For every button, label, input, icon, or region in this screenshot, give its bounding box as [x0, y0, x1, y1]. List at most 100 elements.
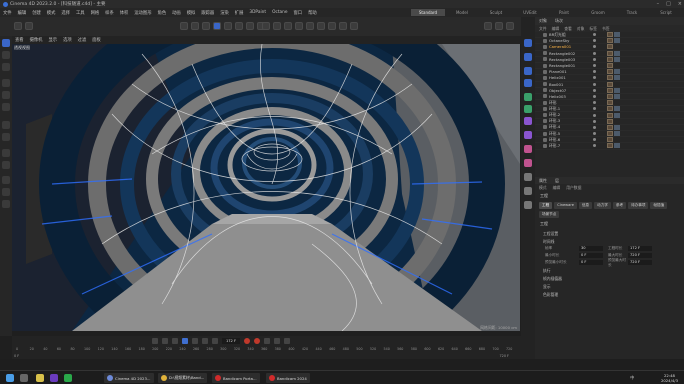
render-tag-icon[interactable] — [614, 69, 620, 75]
layout-tab[interactable]: Groom — [581, 9, 615, 16]
render-picture-icon[interactable] — [506, 22, 514, 30]
start-icon[interactable] — [6, 374, 14, 382]
texture-icon[interactable] — [2, 149, 10, 157]
material-tag-icon[interactable] — [607, 56, 613, 62]
twist-deformer-icon[interactable] — [524, 131, 532, 139]
material-tag-icon[interactable] — [607, 106, 613, 112]
cloner-icon[interactable] — [524, 93, 532, 101]
key-icon[interactable] — [264, 338, 270, 344]
viewport-menu-item[interactable]: 过滤 — [78, 37, 87, 43]
object-menu-item[interactable]: 对象 — [577, 26, 585, 32]
material-tag-icon[interactable] — [607, 69, 613, 75]
object-menu-item[interactable]: 标签 — [589, 26, 597, 32]
taskbar-app-button[interactable]: Bandicam 2024 — [266, 373, 310, 383]
taskbar-app-button[interactable]: Cinema 4D 2023... — [104, 373, 154, 383]
material-tag-icon[interactable] — [607, 63, 613, 69]
visibility-dot-icon[interactable] — [593, 51, 596, 55]
object-tab[interactable]: 对象 — [539, 18, 547, 24]
minimize-icon[interactable]: – — [657, 1, 660, 7]
layout-tab[interactable]: Paint — [547, 9, 581, 16]
attribute-pill[interactable]: 工程 — [539, 202, 553, 209]
measure-icon[interactable] — [2, 200, 10, 208]
render-tag-icon[interactable] — [614, 32, 620, 38]
redo-icon[interactable] — [25, 22, 33, 30]
visibility-dot-icon[interactable] — [593, 113, 596, 117]
autokey-icon[interactable] — [254, 338, 260, 344]
param-value-field-2[interactable]: 720 F — [628, 260, 652, 265]
material-tag-icon[interactable] — [607, 131, 613, 137]
viewport-menu-item[interactable]: 选项 — [63, 37, 72, 43]
transform-icon[interactable] — [2, 103, 10, 111]
snap-icon[interactable] — [235, 22, 243, 30]
param-value-field-2[interactable]: 720 F — [628, 253, 652, 258]
param-value-field[interactable]: 0 F — [579, 260, 603, 265]
object-tab[interactable]: 场次 — [555, 18, 563, 24]
timeline-end[interactable]: 720 F — [500, 354, 510, 358]
floor-icon[interactable] — [328, 22, 336, 30]
param-value-field[interactable]: 30 — [579, 246, 603, 251]
search-icon[interactable] — [20, 374, 28, 382]
rotation-key-icon[interactable] — [284, 338, 290, 344]
taskbar-app-button[interactable]: D:\视频素材\Band... — [158, 373, 208, 383]
menu-item[interactable]: 文件 — [0, 10, 15, 16]
attribute-pill[interactable]: Cineware — [554, 202, 577, 209]
object-row[interactable]: 环形.7 — [535, 143, 684, 150]
menu-item[interactable]: 模拟 — [184, 10, 199, 16]
menu-item[interactable]: 扩展 — [232, 10, 247, 16]
rotate-tool-icon[interactable] — [2, 63, 10, 71]
render-tag-icon[interactable] — [614, 131, 620, 137]
object-menu-item[interactable]: 编辑 — [552, 26, 560, 32]
tag-icon[interactable] — [524, 159, 532, 167]
layout-tab[interactable]: UVEdit — [513, 9, 547, 16]
render-tag-icon[interactable] — [614, 75, 620, 81]
layout-tab[interactable]: Model — [445, 9, 479, 16]
maximize-icon[interactable]: □ — [666, 1, 671, 7]
visibility-dot-icon[interactable] — [593, 125, 596, 129]
layout-tab[interactable]: Sculpt — [479, 9, 513, 16]
after-effects-icon[interactable] — [50, 374, 58, 382]
render-tag-icon[interactable] — [614, 143, 620, 149]
material-tag-icon[interactable] — [607, 75, 613, 81]
points-mode-icon[interactable] — [191, 22, 199, 30]
material-tag-icon[interactable] — [607, 112, 613, 118]
effector-icon[interactable] — [524, 105, 532, 113]
render-tag-icon[interactable] — [614, 56, 620, 62]
material-tag-icon[interactable] — [607, 87, 613, 93]
polygons-mode-icon[interactable] — [213, 22, 221, 30]
attribute-subsection[interactable]: 工程设置 — [535, 229, 684, 237]
menu-item[interactable]: 帮助 — [305, 10, 320, 16]
viewport-menu-item[interactable]: 摄像机 — [30, 37, 43, 43]
menu-item[interactable]: 体积 — [117, 10, 132, 16]
visibility-dot-icon[interactable] — [593, 94, 596, 98]
undo-icon[interactable] — [14, 22, 22, 30]
menu-item[interactable]: 编辑 — [15, 10, 30, 16]
bend-deformer-icon[interactable] — [524, 117, 532, 125]
attribute-menu-item[interactable]: 模式 — [539, 185, 547, 191]
attribute-pill[interactable]: 待办事项 — [628, 202, 649, 209]
material-tag-icon[interactable] — [607, 118, 613, 124]
attribute-pill[interactable]: 帧插值 — [650, 202, 668, 209]
visibility-dot-icon[interactable] — [593, 57, 596, 61]
material-tag-icon[interactable] — [607, 100, 613, 106]
render-tag-icon[interactable] — [614, 124, 620, 130]
render-tag-icon[interactable] — [614, 112, 620, 118]
param-value-field[interactable]: 0 F — [579, 253, 603, 258]
visibility-dot-icon[interactable] — [593, 119, 596, 123]
attribute-pill[interactable]: 信息 — [578, 202, 593, 209]
current-frame-field[interactable]: 172 F — [222, 338, 240, 344]
menu-item[interactable]: 样条 — [102, 10, 117, 16]
render-tag-icon[interactable] — [614, 50, 620, 56]
render-tag-icon[interactable] — [614, 87, 620, 93]
scale-tool-icon[interactable] — [2, 51, 10, 59]
edges-mode-icon[interactable] — [202, 22, 210, 30]
pen-spline-icon[interactable] — [524, 67, 532, 75]
material-tag-icon[interactable] — [607, 137, 613, 143]
generator-icon[interactable] — [524, 145, 532, 153]
render-tag-icon[interactable] — [614, 106, 620, 112]
field-icon[interactable] — [317, 22, 325, 30]
input-method-indicator[interactable]: 中 — [630, 375, 634, 381]
object-menu-item[interactable]: 文件 — [539, 26, 547, 32]
prev-frame-icon[interactable] — [172, 338, 178, 344]
attribute-pill[interactable]: 动力学 — [594, 202, 611, 209]
text-spline-icon[interactable] — [524, 79, 532, 87]
